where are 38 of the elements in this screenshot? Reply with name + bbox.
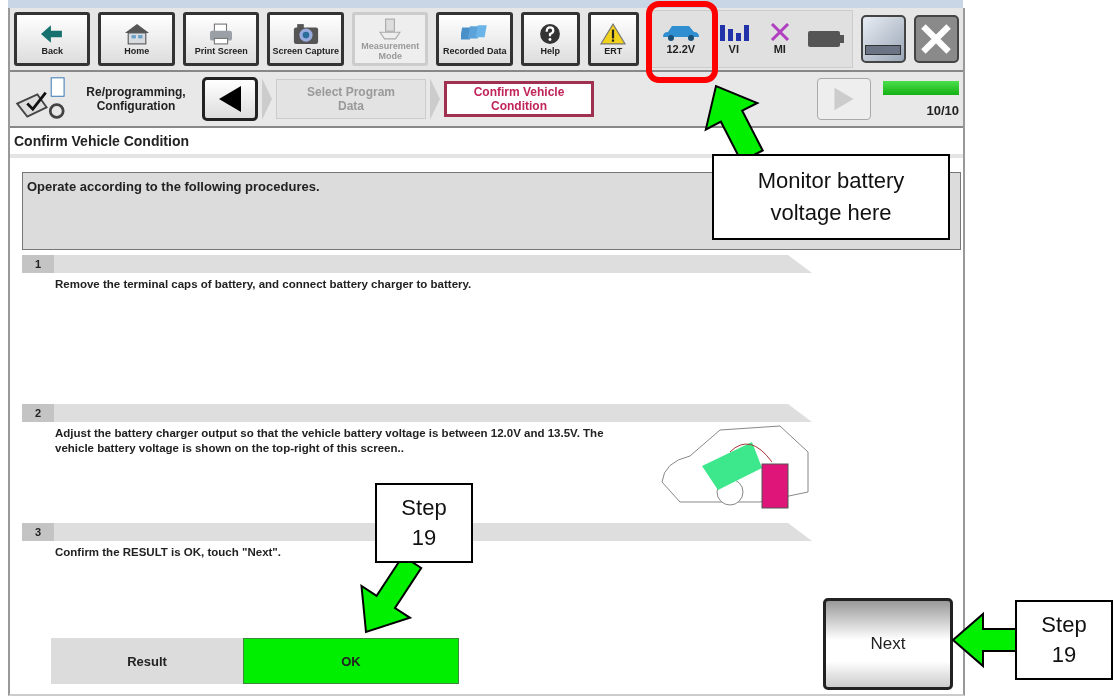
- page-title: Confirm Vehicle Condition: [14, 133, 189, 149]
- result-label: Result: [51, 638, 243, 684]
- minimize-button[interactable]: [860, 15, 906, 63]
- toolbar-button[interactable]: Print Screen: [182, 12, 260, 66]
- chevron-icon: [262, 77, 272, 121]
- step-text: Confirm the RESULT is OK, touch "Next".: [55, 545, 282, 560]
- step-number: 2: [22, 404, 54, 422]
- section-label: Re/programming, Configuration: [85, 85, 187, 113]
- car-icon: [660, 23, 701, 41]
- step-number: 3: [22, 523, 54, 541]
- chevron-icon: [430, 77, 440, 121]
- progress-reading: 10/10: [926, 102, 959, 118]
- instruction-text: Operate according to the following procedures.: [27, 179, 320, 194]
- callout-box: Step 19: [1015, 600, 1113, 680]
- result-value: OK: [243, 638, 459, 684]
- step-number: 1: [22, 255, 54, 273]
- next-button[interactable]: Next: [823, 598, 953, 690]
- pointer-arrow: [951, 611, 1017, 669]
- callout-box: Step 19: [375, 483, 473, 563]
- status-label: VI: [728, 43, 739, 55]
- step-tab[interactable]: Confirm Vehicle Condition: [444, 81, 594, 117]
- house-icon: [122, 22, 151, 45]
- toolbar-button[interactable]: Home: [98, 12, 175, 66]
- step-text: Remove the terminal caps of battery, and connect battery charger to battery.: [55, 277, 473, 292]
- toolbar-button[interactable]: Help: [520, 12, 580, 66]
- step-text: Adjust the battery charger output so that the vehicle battery voltage is between 12.0V and 13.5V. The vehicle battery voltage is shown on the top-right of this screen..: [55, 426, 605, 456]
- toolbar-button[interactable]: Recorded Data: [436, 12, 513, 66]
- previous-button[interactable]: [202, 77, 258, 121]
- warning-icon: [599, 22, 628, 45]
- callout-box: Monitor battery voltage here: [712, 154, 950, 240]
- status-label: 12.2V: [666, 43, 696, 55]
- toolbar-button[interactable]: Screen Capture: [267, 12, 344, 66]
- status-label: MI: [773, 43, 786, 55]
- close-button[interactable]: [913, 15, 959, 63]
- battery-icon: [805, 30, 846, 48]
- camera-icon: [291, 22, 320, 45]
- toolbar-button[interactable]: Back: [14, 12, 91, 66]
- toolbar-button[interactable]: ERT: [587, 12, 639, 66]
